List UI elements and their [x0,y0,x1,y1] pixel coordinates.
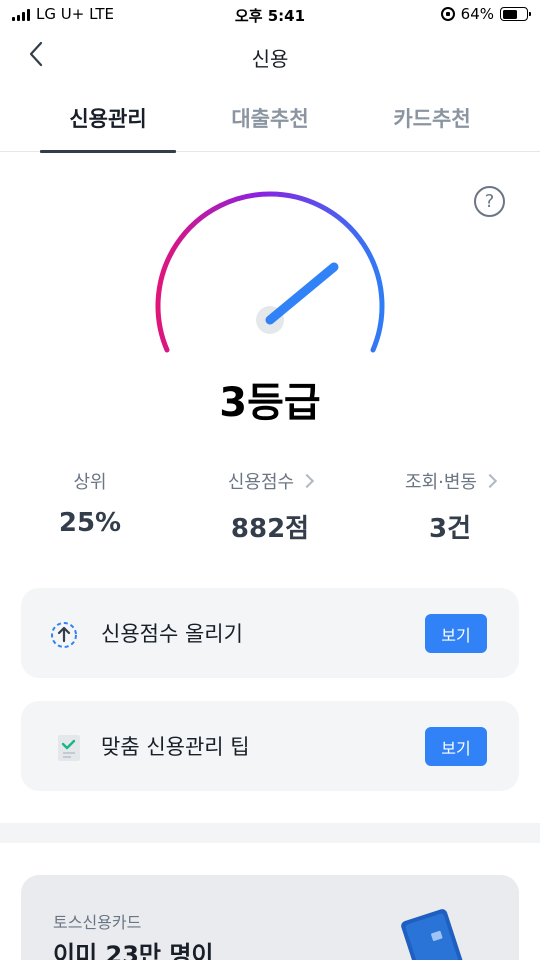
promo-subtitle: 토스신용카드 [53,913,142,932]
card-credit-tips[interactable]: 맞춤 신용관리 팁 보기 [21,701,519,791]
tab-bar: 신용관리 대출추천 카드추천 [0,90,540,153]
card-label: 맞춤 신용관리 팁 [101,735,250,759]
tab-loan-recommendation[interactable]: 대출추천 [202,90,338,152]
orientation-lock-icon [440,7,455,21]
section-divider [0,823,540,843]
credit-gauge [155,191,385,353]
stat-rank: 상위 25% [10,468,170,538]
stat-label: 신용점수 [228,468,315,494]
battery-icon [500,7,531,21]
tab-card-recommendation[interactable]: 카드추천 [364,90,500,152]
status-right: 64% [440,5,531,23]
help-button[interactable]: ? [474,186,505,217]
promo-title: 이미 23만 명이 [53,941,214,960]
tab-credit-management[interactable]: 신용관리 [40,90,176,153]
tab-label: 대출추천 [231,107,309,131]
view-button[interactable]: 보기 [425,727,487,766]
card-label: 신용점수 올리기 [101,622,243,646]
view-button[interactable]: 보기 [425,614,487,653]
stat-label: 조회·변동 [405,468,498,494]
tab-label: 카드추천 [393,107,471,131]
credit-card-image [401,909,471,960]
question-icon: ? [484,191,495,212]
stat-credit-score[interactable]: 신용점수 882점 [190,468,350,545]
gauge-needle [265,262,339,325]
stat-value: 882점 [230,514,310,544]
checklist-icon [58,735,80,761]
stat-value: 3건 [428,514,471,544]
page-title: 신용 [251,47,289,71]
battery-percent: 64% [460,5,494,23]
stat-label: 상위 [73,472,107,493]
card-raise-score[interactable]: 신용점수 올리기 보기 [21,588,519,678]
promo-banner[interactable]: 토스신용카드 이미 23만 명이 [21,875,519,960]
chevron-right-icon [300,473,315,489]
credit-grade: 3등급 [219,380,321,426]
chevron-right-icon [482,473,498,489]
stat-inquiries[interactable]: 조회·변동 3건 [370,468,530,545]
stat-value: 25% [58,508,122,538]
nav-bar: 신용 [0,30,540,82]
tab-label: 신용관리 [69,107,147,131]
status-bar: LG U+ LTE 오후 5:41 64% [0,0,540,30]
score-up-icon [51,622,77,648]
tab-active-indicator [40,150,176,153]
